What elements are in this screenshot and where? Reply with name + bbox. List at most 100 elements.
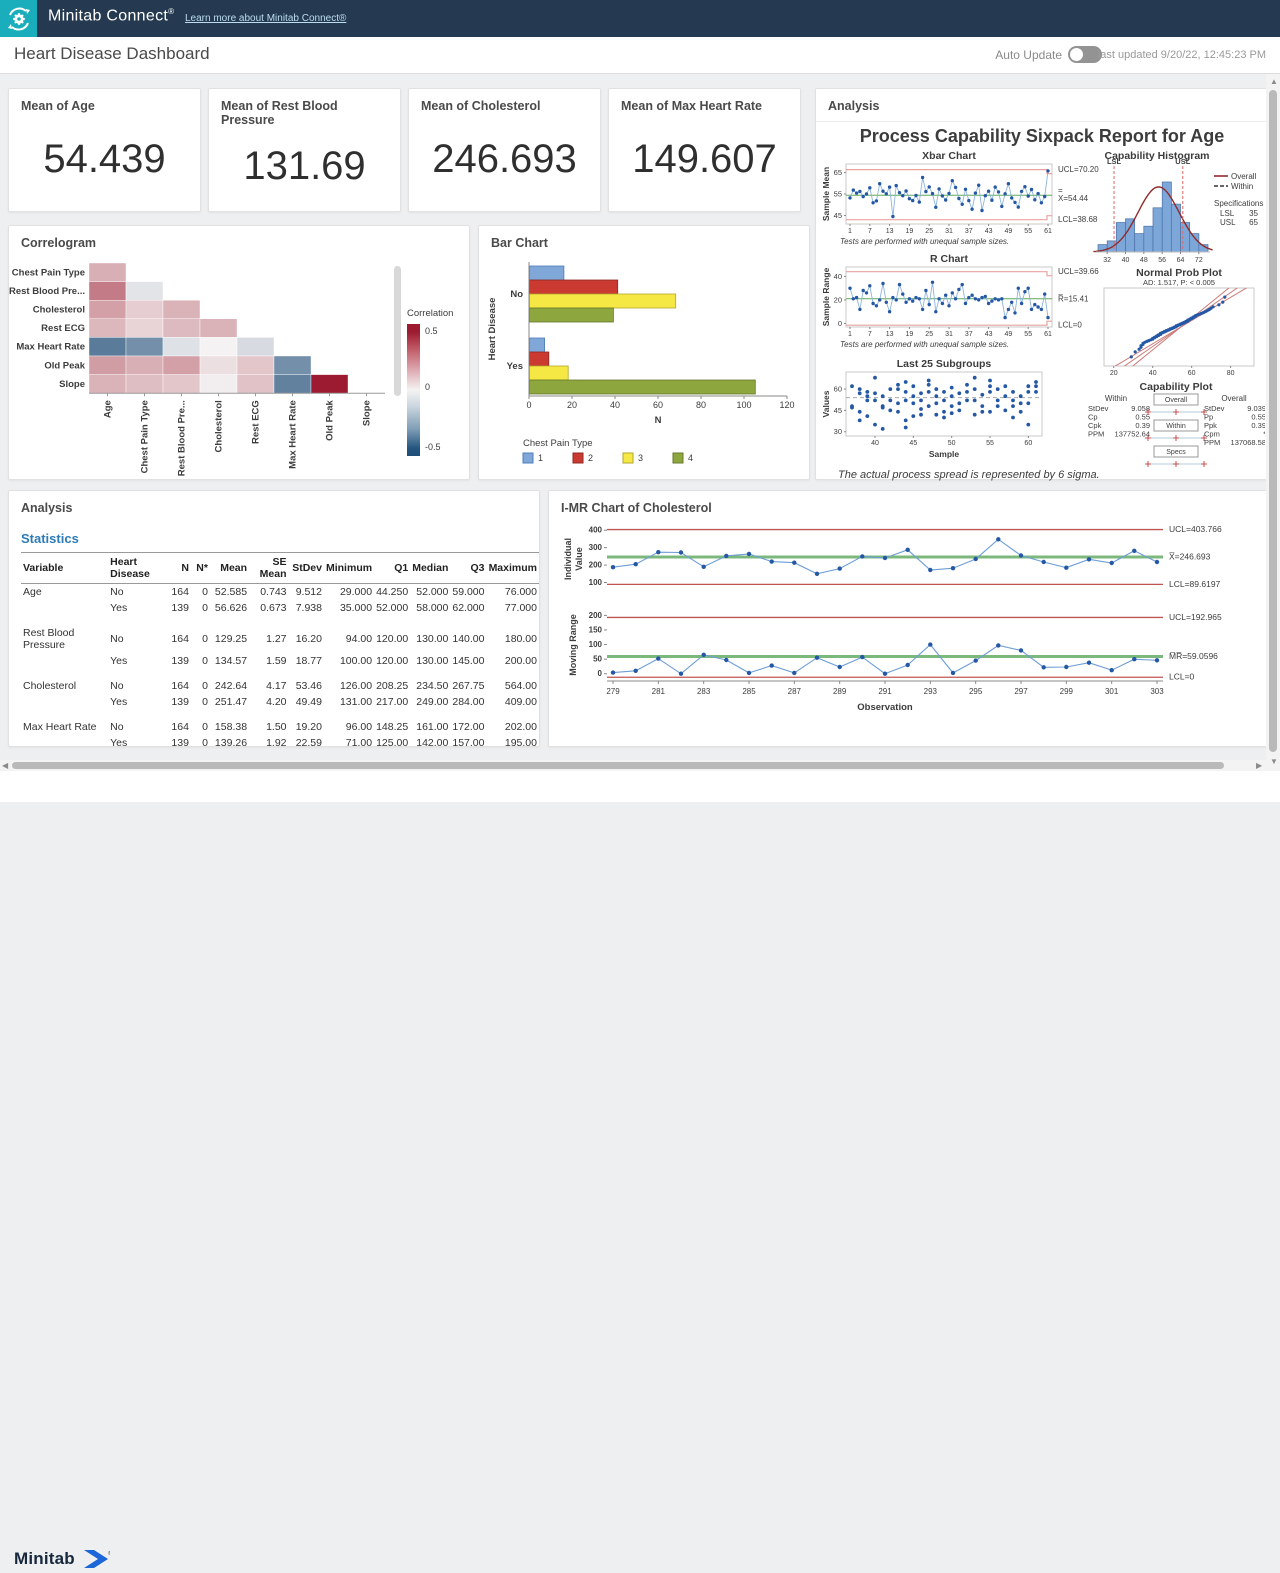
svg-text:LCL=89.6197: LCL=89.6197	[1169, 579, 1221, 589]
svg-text:4: 4	[688, 453, 693, 463]
registered-mark: ®	[168, 7, 174, 16]
svg-text:2: 2	[588, 453, 593, 463]
svg-text:200: 200	[589, 561, 603, 570]
svg-text:35: 35	[1249, 209, 1258, 218]
svg-text:289: 289	[833, 687, 847, 696]
scroll-left-arrow[interactable]: ◀	[2, 762, 8, 770]
svg-text:61: 61	[1044, 228, 1052, 235]
svg-text:Moving Range: Moving Range	[568, 614, 578, 676]
svg-text:7: 7	[868, 331, 872, 338]
svg-text:Yes: Yes	[507, 361, 523, 372]
svg-text:49: 49	[1005, 331, 1013, 338]
svg-text:40: 40	[871, 440, 879, 447]
svg-text:13: 13	[886, 331, 894, 338]
svg-text:PPM: PPM	[1204, 438, 1220, 447]
imr-chart[interactable]: 100200300400UCL=403.766X̅=246.693LCL=89.…	[549, 515, 1267, 744]
svg-text:-0.5: -0.5	[425, 442, 441, 452]
svg-text:X=54.44: X=54.44	[1058, 194, 1089, 203]
svg-text:60: 60	[834, 385, 842, 394]
scroll-right-arrow[interactable]: ▶	[1256, 762, 1262, 770]
heart-disease-bar-chart[interactable]: NoYes020406080100120NHeart DiseaseChest …	[479, 250, 809, 481]
svg-text:Cholesterol: Cholesterol	[33, 305, 85, 316]
capability-sixpack-chart[interactable]: Process Capability Sixpack Report for Ag…	[816, 122, 1267, 491]
svg-text:1: 1	[848, 228, 852, 235]
learn-more-link[interactable]: Learn more about Minitab Connect®	[185, 13, 346, 24]
page-title: Heart Disease Dashboard	[14, 44, 210, 64]
svg-text:31: 31	[945, 331, 953, 338]
stats-col-header: StDev	[289, 553, 324, 584]
svg-text:279: 279	[606, 687, 620, 696]
kpi-card-mean-cholesterol: Mean of Cholesterol 246.693	[408, 88, 601, 212]
svg-text:100: 100	[736, 400, 751, 410]
svg-text:200: 200	[589, 611, 603, 620]
minitab-connect-logo[interactable]	[0, 0, 37, 37]
stats-col-header: N	[166, 553, 191, 584]
vertical-scrollbar[interactable]: ▲ ▼	[1266, 74, 1280, 771]
svg-text:Cholesterol: Cholesterol	[214, 400, 225, 452]
table-row: Yes1390134.571.5918.77100.00120.00130.00…	[21, 653, 539, 669]
svg-text:Xbar Chart: Xbar Chart	[922, 150, 976, 162]
svg-text:R Chart: R Chart	[930, 253, 968, 265]
svg-text:300: 300	[589, 543, 603, 552]
kpi-value: 54.439	[9, 107, 200, 211]
stats-col-header: Q1	[374, 553, 410, 584]
svg-text:Max Heart Rate: Max Heart Rate	[288, 400, 299, 469]
panel-header: Analysis	[816, 89, 1267, 122]
svg-text:48: 48	[1140, 257, 1148, 264]
svg-text:49: 49	[1005, 228, 1013, 235]
kpi-value: 149.607	[609, 107, 800, 211]
horizontal-scroll-thumb[interactable]	[12, 762, 1224, 769]
vertical-scroll-thumb[interactable]	[1269, 90, 1277, 752]
svg-text:283: 283	[697, 687, 711, 696]
svg-text:60: 60	[1024, 440, 1032, 447]
svg-text:Chest Pain Type: Chest Pain Type	[12, 267, 85, 278]
svg-text:Old Peak: Old Peak	[325, 399, 336, 440]
svg-text:UCL=403.766: UCL=403.766	[1169, 524, 1222, 534]
svg-text:M̅R̅=59.0596: M̅R̅=59.0596	[1169, 651, 1218, 661]
svg-text:20: 20	[567, 400, 577, 410]
svg-text:Process Capability Sixpack Rep: Process Capability Sixpack Report for Ag…	[860, 126, 1224, 146]
svg-text:USL: USL	[1175, 157, 1190, 166]
svg-text:Rest ECG: Rest ECG	[251, 400, 262, 444]
footer-brand: Minitab	[14, 1549, 75, 1569]
svg-text:25: 25	[925, 228, 933, 235]
scroll-up-arrow[interactable]: ▲	[1270, 78, 1278, 86]
stats-col-header: Mean	[210, 553, 249, 584]
statistics-table[interactable]: VariableHeart DiseaseNN*MeanSE MeanStDev…	[21, 552, 539, 751]
svg-text:Slope: Slope	[59, 379, 85, 390]
panel-header: I-MR Chart of Cholesterol	[549, 491, 1267, 515]
kpi-value: 131.69	[209, 121, 400, 211]
svg-text:295: 295	[969, 687, 983, 696]
svg-text:297: 297	[1014, 687, 1028, 696]
svg-text:1: 1	[538, 453, 543, 463]
scroll-down-arrow[interactable]: ▼	[1270, 758, 1278, 766]
auto-update-label: Auto Update	[995, 48, 1062, 62]
svg-text:19: 19	[906, 331, 914, 338]
horizontal-scrollbar[interactable]: ◀ ▶	[0, 760, 1266, 771]
svg-text:Observation: Observation	[857, 702, 913, 713]
svg-text:301: 301	[1105, 687, 1119, 696]
svg-text:Tests are performed with unequ: Tests are performed with unequal sample …	[840, 237, 1009, 246]
svg-text:55: 55	[834, 190, 842, 199]
svg-text:UCL=192.965: UCL=192.965	[1169, 612, 1222, 622]
svg-text:50: 50	[593, 655, 602, 664]
svg-text:56: 56	[1158, 257, 1166, 264]
svg-text:293: 293	[924, 687, 938, 696]
svg-text:20: 20	[1110, 370, 1118, 377]
svg-text:60: 60	[1188, 370, 1196, 377]
svg-text:Last 25 Subgroups: Last 25 Subgroups	[897, 358, 992, 370]
svg-text:R̅=15.41: R̅=15.41	[1058, 294, 1089, 303]
svg-text:0.5: 0.5	[425, 326, 438, 336]
correlogram-chart[interactable]: Chest Pain TypeRest Blood Pre...Choleste…	[9, 250, 469, 481]
svg-text:Capability Plot: Capability Plot	[1140, 381, 1213, 393]
stats-col-header: N*	[191, 553, 210, 584]
svg-text:Overall: Overall	[1231, 172, 1257, 181]
stats-col-header: Minimum	[324, 553, 374, 584]
svg-text:40: 40	[1149, 370, 1157, 377]
svg-text:40: 40	[1122, 257, 1130, 264]
svg-text:40: 40	[610, 400, 620, 410]
panel-statistics: Analysis Statistics VariableHeart Diseas…	[8, 490, 540, 747]
svg-text:Specs: Specs	[1166, 449, 1186, 456]
stats-col-header: Q3	[450, 553, 486, 584]
svg-text:No: No	[510, 289, 523, 300]
